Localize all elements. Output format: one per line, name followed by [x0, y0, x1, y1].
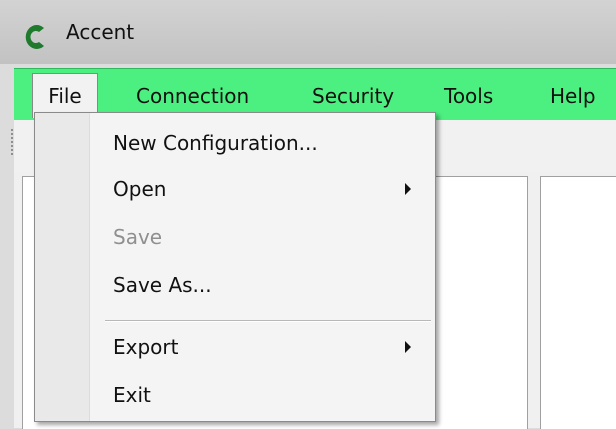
- accent-c-logo-icon: [25, 25, 44, 49]
- title-bar: Accent: [0, 0, 616, 64]
- menu-separator: [105, 320, 431, 322]
- menu-security[interactable]: Security: [312, 79, 394, 113]
- menu-icon-gutter: [35, 113, 90, 421]
- file-menu-dropdown: New Configuration... Open Save Save As..…: [34, 112, 436, 422]
- window-title: Accent: [66, 20, 135, 44]
- menu-item-open[interactable]: Open: [113, 171, 413, 207]
- menu-item-save: Save: [113, 225, 163, 249]
- menu-item-exit[interactable]: Exit: [113, 377, 413, 413]
- menu-item-new-configuration[interactable]: New Configuration...: [113, 125, 413, 161]
- menu-item-save-as[interactable]: Save As...: [113, 267, 413, 303]
- submenu-arrow-icon: [405, 341, 411, 353]
- menu-item-export[interactable]: Export: [113, 329, 413, 365]
- right-panel[interactable]: [540, 176, 616, 429]
- menu-tools[interactable]: Tools: [444, 79, 493, 113]
- toolbar-grip[interactable]: [10, 128, 14, 156]
- submenu-arrow-icon: [405, 183, 411, 195]
- menu-help[interactable]: Help: [550, 79, 596, 113]
- menu-connection[interactable]: Connection: [136, 79, 249, 113]
